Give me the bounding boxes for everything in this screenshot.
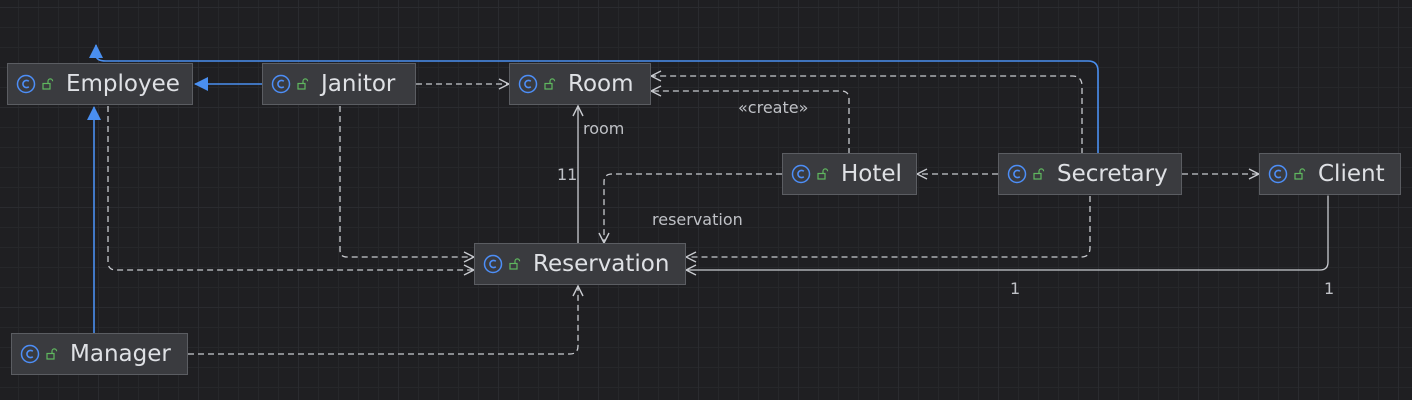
label-client-multiplicity: 1 [1324,279,1335,298]
public-lock-icon [544,78,556,90]
association-client-reservation [686,196,1328,270]
dependency-manager-reservation [188,286,578,355]
class-c-icon [271,74,291,94]
class-secretary[interactable]: Secretary [998,153,1182,195]
class-name: Secretary [1057,161,1168,187]
class-c-icon [791,164,811,184]
uml-class-diagram: Employee Janitor Room Hotel Secretary Cl… [0,0,1412,400]
label-reservation-multiplicity: 1 [1010,279,1021,298]
class-c-icon [483,254,503,274]
public-lock-icon [46,348,58,360]
dependency-secretary-room [651,76,1083,154]
class-c-icon [1007,164,1027,184]
class-name: Client [1318,161,1385,187]
class-c-icon [20,344,40,364]
class-employee[interactable]: Employee [7,63,193,105]
class-manager[interactable]: Manager [11,333,188,375]
public-lock-icon [817,168,829,180]
public-lock-icon [1033,168,1045,180]
class-hotel[interactable]: Hotel [782,153,917,195]
label-room-multiplicity: 11 [557,165,578,184]
class-name: Employee [66,71,180,97]
class-client[interactable]: Client [1259,153,1401,195]
public-lock-icon [1294,168,1306,180]
public-lock-icon [297,78,309,90]
dependency-secretary-reservation [686,196,1091,257]
label-reservation-role: reservation [652,210,743,229]
diagram-edges [87,44,1412,355]
class-reservation[interactable]: Reservation [474,243,686,285]
dependency-janitor-reservation [339,106,474,257]
class-name: Hotel [841,161,902,187]
public-lock-icon [509,258,521,270]
class-name: Janitor [321,71,396,97]
class-name: Reservation [533,251,670,277]
class-name: Room [568,71,634,97]
dependency-employee-reservation [107,106,474,270]
class-room[interactable]: Room [509,63,651,105]
class-c-icon [16,74,36,94]
class-c-icon [518,74,538,94]
label-create-stereotype: «create» [738,98,809,117]
public-lock-icon [42,78,54,90]
class-c-icon [1268,164,1288,184]
class-janitor[interactable]: Janitor [262,63,416,105]
label-room-role: room [583,119,625,138]
dependency-hotel-reservation [604,173,782,243]
class-name: Manager [70,341,171,367]
